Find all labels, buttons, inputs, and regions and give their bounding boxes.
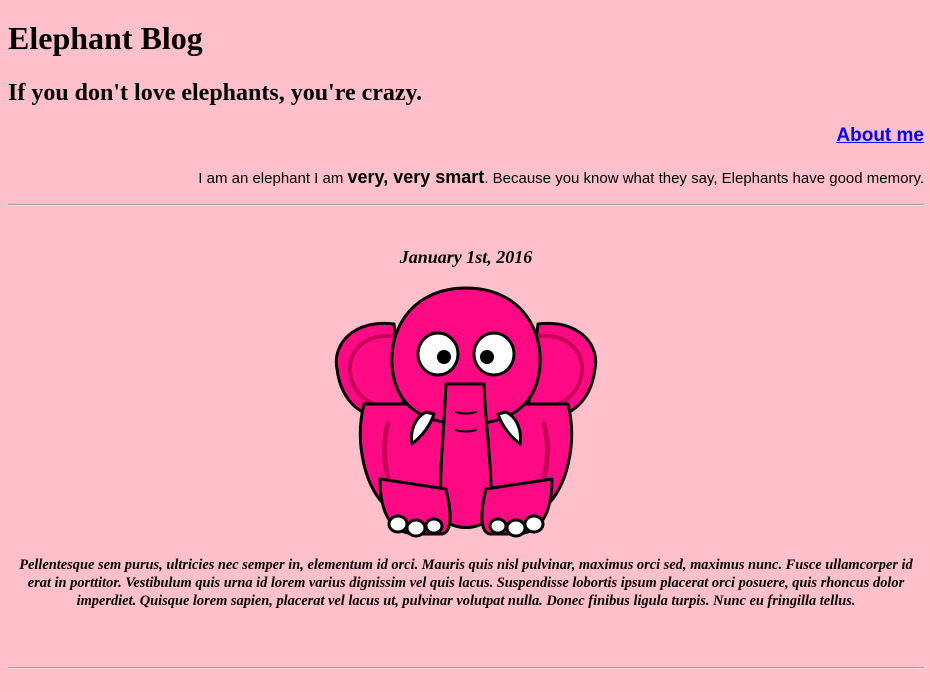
about-text-outro: . Because you know what they say, Elepha… xyxy=(484,170,924,187)
post-date: January 1st, 2016 xyxy=(399,247,533,267)
post-image xyxy=(8,284,924,540)
bottom-divider xyxy=(8,667,924,669)
post-body: Pellentesque sem purus, ultricies nec se… xyxy=(19,557,913,609)
about-text: I am an elephant I am very, very smart. … xyxy=(198,166,924,190)
site-title: Elephant Blog xyxy=(8,20,203,56)
about-text-emphasis: very, very smart xyxy=(347,167,485,187)
top-divider xyxy=(8,204,924,206)
site-subtitle: If you don't love elephants, you're craz… xyxy=(8,80,423,106)
about-me-link[interactable]: About me xyxy=(836,125,924,147)
about-text-intro: I am an elephant I am xyxy=(198,170,348,187)
blog-page: Elephant Blog If you don't love elephant… xyxy=(8,0,924,692)
pink-elephant-icon xyxy=(334,286,598,538)
